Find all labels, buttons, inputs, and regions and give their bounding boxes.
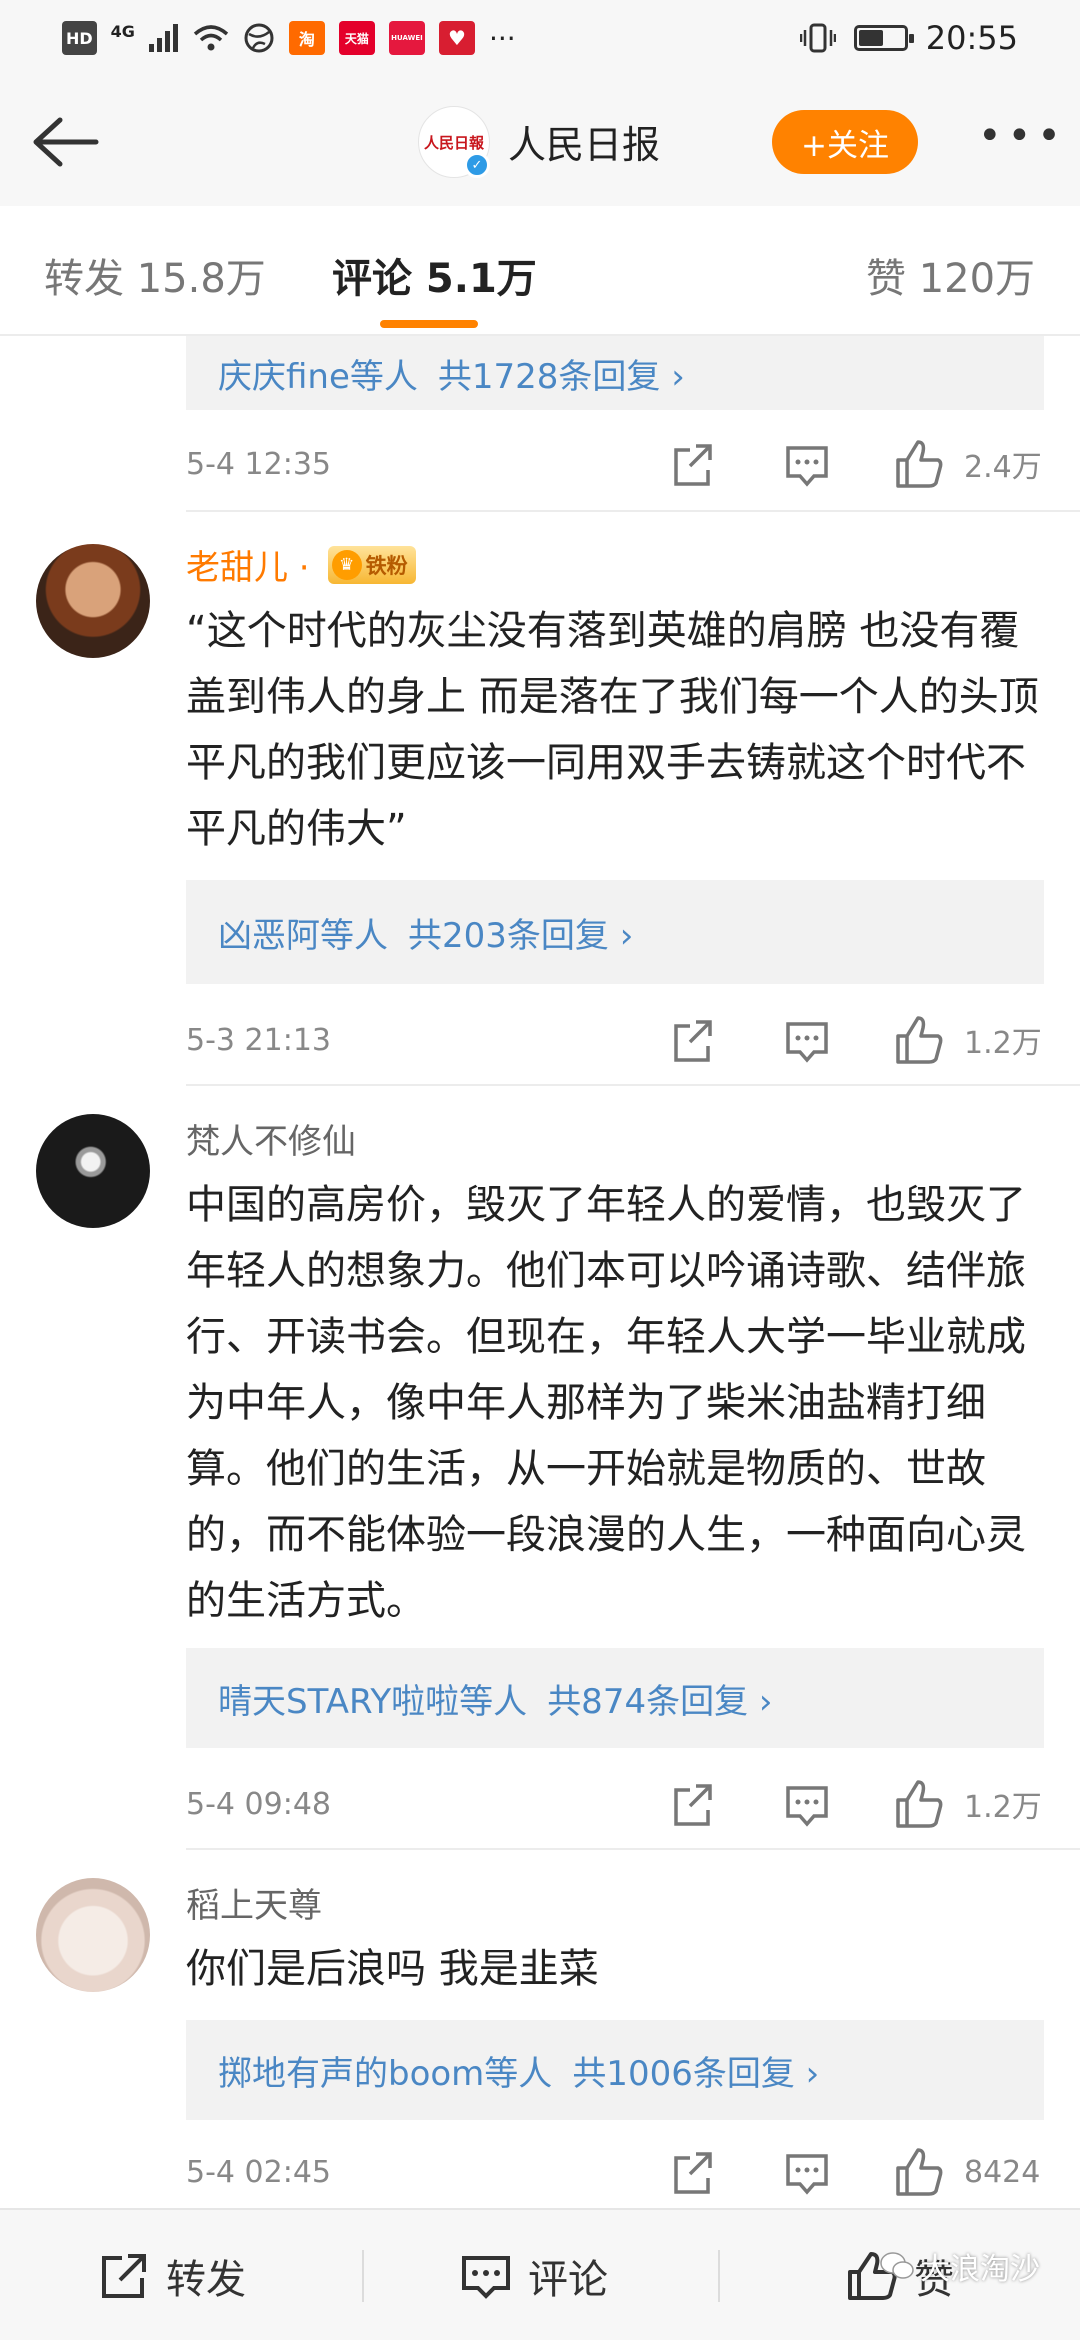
comment-text: 你们是后浪吗 我是韭菜 bbox=[186, 1946, 599, 1992]
vpn-globe-icon bbox=[244, 23, 274, 53]
comment-icon[interactable] bbox=[784, 1776, 830, 1832]
comment-author[interactable]: 稻上天尊 bbox=[186, 1878, 322, 1927]
tab-repost[interactable]: 转发 15.8万 bbox=[44, 246, 266, 304]
verified-check-icon: ✓ bbox=[464, 152, 490, 178]
fan-badge-label: 铁粉 bbox=[365, 553, 408, 578]
like-count: 2.4万 bbox=[964, 450, 1042, 485]
wechat-watermark: 大浪淘沙 bbox=[880, 2244, 1040, 2288]
share-icon[interactable] bbox=[670, 436, 714, 492]
separator bbox=[362, 2250, 364, 2302]
thumbs-up-icon bbox=[896, 440, 943, 488]
follow-button[interactable]: +关注 bbox=[772, 110, 918, 174]
like-button[interactable]: 2.4万 bbox=[894, 436, 1042, 492]
watermark-text: 大浪淘沙 bbox=[920, 2252, 1040, 2287]
wifi-icon bbox=[193, 25, 229, 51]
comment-meta: 5-3 21:13 1.2万 bbox=[186, 1012, 1044, 1068]
share-icon[interactable] bbox=[670, 1012, 714, 1068]
tab-comments[interactable]: 评论 5.1万 bbox=[332, 246, 537, 304]
separator bbox=[718, 2250, 720, 2302]
comment-author[interactable]: 老甜儿 · ♛ 铁粉 bbox=[186, 540, 416, 589]
comment-meta: 5-4 09:48 1.2万 bbox=[186, 1776, 1044, 1832]
top-nav-bar: 人民日報 ✓ 人民日报 +关注 ••• bbox=[0, 76, 1080, 206]
comment-author[interactable]: 梵人不修仙 bbox=[186, 1114, 356, 1163]
taobao-app-icon: 淘 bbox=[288, 21, 325, 55]
divider bbox=[186, 510, 1080, 512]
battery-icon bbox=[853, 25, 914, 51]
reply-summary[interactable]: 掷地有声的boom等人 共1006条回复 › bbox=[186, 2020, 1044, 2120]
share-icon bbox=[102, 2254, 146, 2298]
reply-summary[interactable]: 庆庆fine等人 共1728条回复 › bbox=[186, 336, 1044, 410]
comment-icon[interactable] bbox=[784, 436, 830, 492]
reply-users[interactable]: 晴天STARY啦啦等人 bbox=[218, 1674, 527, 1723]
reply-users[interactable]: 掷地有声的boom等人 bbox=[218, 2046, 552, 2095]
clock: 20:55 bbox=[925, 19, 1018, 57]
comment-icon bbox=[462, 2256, 510, 2299]
like-button[interactable]: 8424 bbox=[894, 2144, 1040, 2200]
tab-bar: 转发 15.8万 评论 5.1万 赞 120万 bbox=[0, 206, 1080, 336]
like-button[interactable]: 1.2万 bbox=[894, 1012, 1042, 1068]
repost-button[interactable]: 转发 bbox=[98, 2210, 246, 2340]
comment-button[interactable]: 评论 bbox=[460, 2210, 608, 2340]
like-count: 8424 bbox=[964, 2154, 1041, 2190]
like-button[interactable]: 1.2万 bbox=[894, 1776, 1042, 1832]
hd-indicator: HD bbox=[62, 21, 97, 55]
thumbs-up-icon bbox=[896, 1016, 943, 1064]
active-tab-indicator bbox=[380, 320, 478, 328]
thumbs-up-icon bbox=[896, 2148, 943, 2196]
reply-count[interactable]: 共874条回复 › bbox=[547, 1674, 772, 1723]
reply-count[interactable]: 共203条回复 › bbox=[408, 908, 633, 957]
comment-time: 5-4 09:48 bbox=[186, 1786, 331, 1822]
status-bar: HD 4G 淘 天猫 HUAWEI ♥ ··· 20:55 bbox=[0, 0, 1080, 76]
username[interactable]: 老甜儿 · bbox=[186, 540, 310, 589]
share-icon[interactable] bbox=[670, 2144, 714, 2200]
avatar[interactable] bbox=[36, 544, 150, 658]
comment-time: 5-4 12:35 bbox=[186, 446, 331, 482]
username[interactable]: 稻上天尊 bbox=[186, 1878, 322, 1927]
comment-text: 中国的高房价，毁灭了年轻人的爱情，也毁灭了年轻人的想象力。他们本可以吟诵诗歌、结… bbox=[186, 1182, 1026, 1624]
comment-label: 评论 bbox=[528, 2257, 608, 2303]
reply-users[interactable]: 庆庆fine等人 bbox=[218, 349, 418, 398]
comment-text: “这个时代的灰尘没有落到英雄的肩膀 也没有覆盖到伟人的身上 而是落在了我们每一个… bbox=[186, 608, 1039, 852]
share-icon[interactable] bbox=[670, 1776, 714, 1832]
reply-count[interactable]: 共1728条回复 › bbox=[438, 349, 685, 398]
comment-time: 5-3 21:13 bbox=[186, 1022, 331, 1058]
health-app-icon: ♥ bbox=[438, 21, 475, 55]
reply-count[interactable]: 共1006条回复 › bbox=[572, 2046, 819, 2095]
wechat-icon bbox=[880, 2252, 914, 2279]
avatar[interactable] bbox=[36, 1114, 150, 1228]
more-options-icon[interactable]: ••• bbox=[978, 116, 1067, 156]
reply-summary[interactable]: 晴天STARY啦啦等人 共874条回复 › bbox=[186, 1648, 1044, 1748]
comment-meta: 5-4 02:45 8424 bbox=[186, 2144, 1044, 2200]
comment-time: 5-4 02:45 bbox=[186, 2154, 331, 2190]
crown-icon: ♛ bbox=[331, 549, 362, 580]
like-count: 1.2万 bbox=[964, 1790, 1042, 1825]
vibrate-icon bbox=[799, 23, 836, 53]
divider bbox=[186, 1084, 1080, 1086]
more-notifications: ··· bbox=[488, 21, 516, 55]
comment-icon[interactable] bbox=[784, 2144, 830, 2200]
back-arrow-icon[interactable] bbox=[30, 114, 100, 170]
divider bbox=[186, 1848, 1080, 1850]
tab-likes[interactable]: 赞 120万 bbox=[866, 246, 1035, 304]
huawei-app-icon: HUAWEI bbox=[388, 21, 425, 55]
signal-icon bbox=[148, 24, 178, 52]
account-logo-text: 人民日報 bbox=[423, 133, 484, 152]
tmall-app-icon: 天猫 bbox=[338, 21, 375, 55]
reply-users[interactable]: 凶恶阿等人 bbox=[218, 908, 388, 957]
comment-meta: 5-4 12:35 2.4万 bbox=[186, 436, 1044, 492]
page-title[interactable]: 人民日报 bbox=[508, 114, 660, 169]
fan-badge: ♛ 铁粉 bbox=[327, 545, 416, 584]
network-type: 4G bbox=[110, 21, 135, 41]
like-count: 1.2万 bbox=[964, 1026, 1042, 1061]
reply-summary[interactable]: 凶恶阿等人 共203条回复 › bbox=[186, 880, 1044, 984]
comment-icon[interactable] bbox=[784, 1012, 830, 1068]
thumbs-up-icon bbox=[896, 1780, 943, 1828]
repost-label: 转发 bbox=[166, 2257, 246, 2303]
username[interactable]: 梵人不修仙 bbox=[186, 1114, 356, 1163]
avatar[interactable] bbox=[36, 1878, 150, 1992]
